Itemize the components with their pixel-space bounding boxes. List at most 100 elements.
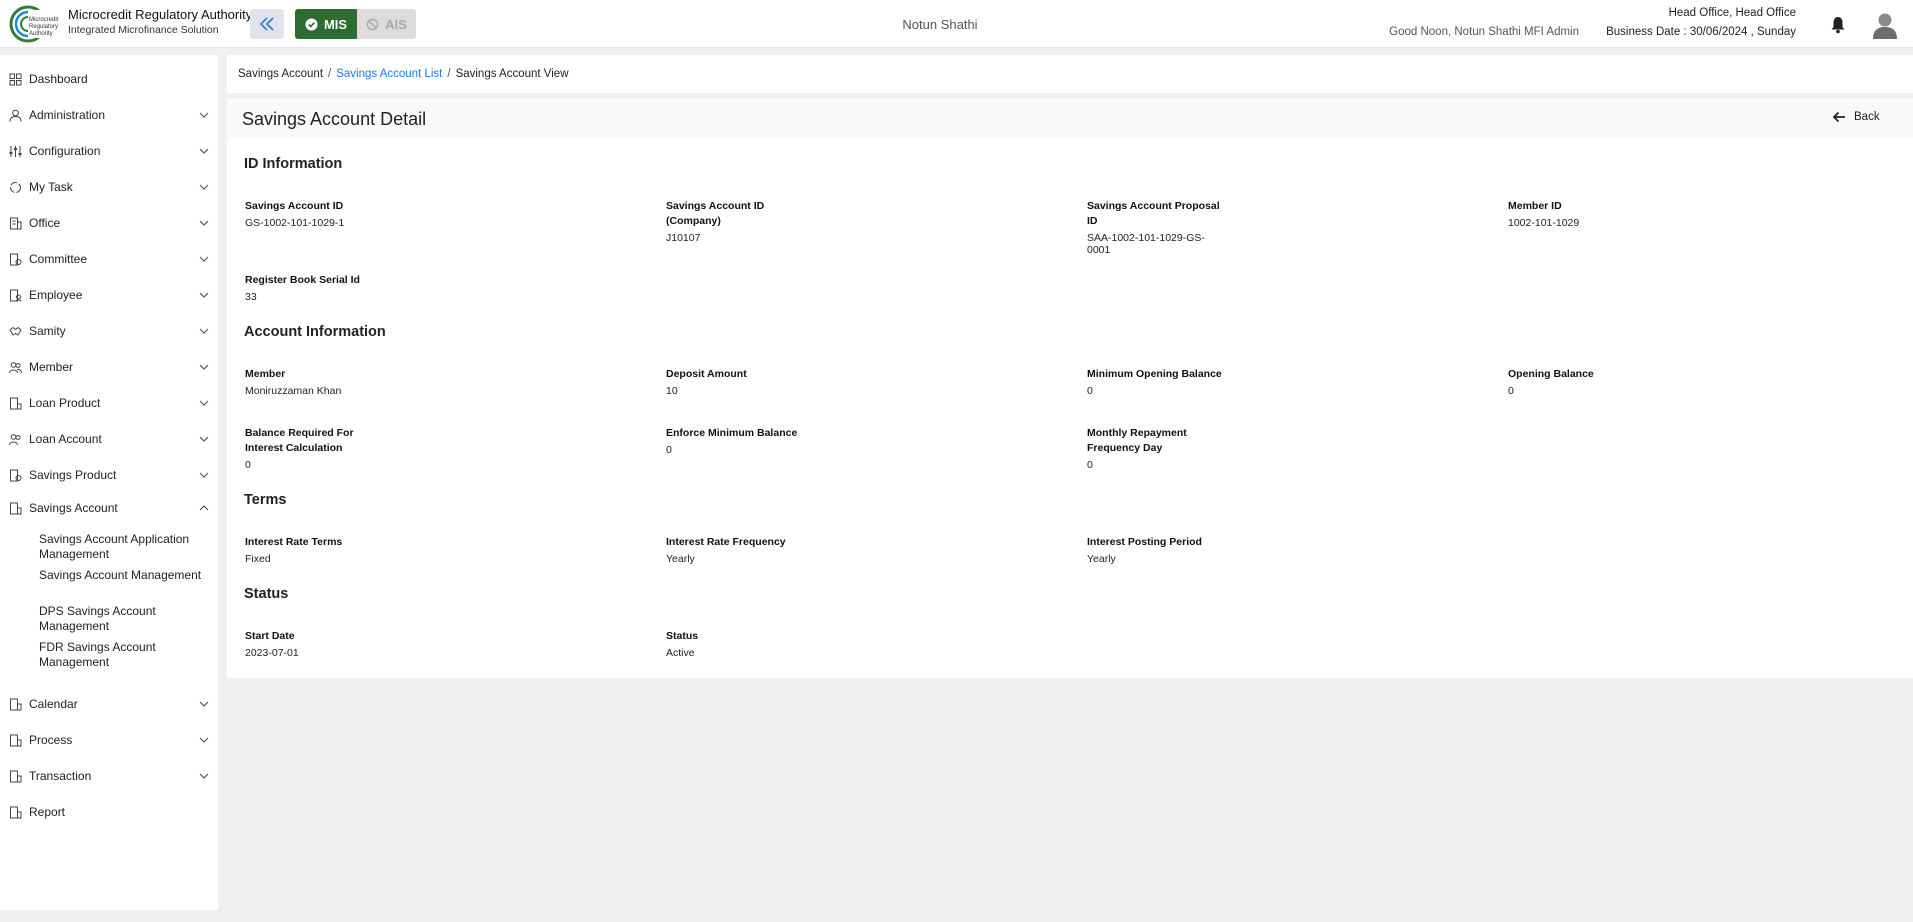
status-value: Active (666, 647, 695, 659)
breadcrumb-savings-account-list-link[interactable]: Savings Account List (336, 68, 442, 80)
sidebar-item-loan-account[interactable]: Loan Account (0, 424, 218, 454)
sidebar-item-process[interactable]: Process (0, 725, 218, 755)
notification-bell-icon[interactable] (1830, 16, 1846, 34)
field-label: Interest Rate Terms (245, 536, 343, 548)
field-label: Register Book Serial Id (245, 274, 360, 286)
business-date: Business Date : 30/06/2024 , Sunday (1606, 26, 1796, 38)
sidebar-item-label: Process (29, 733, 73, 747)
chevron-down-icon (199, 292, 209, 298)
sidebar-item-label: Savings Product (29, 468, 117, 482)
transaction-icon (10, 770, 22, 782)
subitem-savings-account-management[interactable]: Savings Account Management (39, 568, 209, 583)
field-label: Member ID (1508, 200, 1562, 212)
field-member-id: Member ID 1002-101-1029 (1508, 199, 1708, 229)
field-label: Monthly Repayment Frequency Day (1087, 427, 1187, 454)
field-label: Interest Posting Period (1087, 536, 1202, 548)
field-label: Deposit Amount (666, 368, 747, 380)
breadcrumb-savings-account: Savings Account (238, 68, 324, 80)
breadcrumb-separator: / (447, 68, 451, 80)
sidebar-item-label: Employee (29, 288, 83, 302)
sidebar-item-office[interactable]: Office (0, 208, 218, 238)
savings-product-icon (10, 469, 22, 481)
sidebar-item-label: Loan Product (29, 396, 101, 410)
field-balance-required-for-interest-calculation: Balance Required For Interest Calculatio… (245, 426, 365, 471)
sidebar-item-samity[interactable]: Samity (0, 316, 218, 346)
sidebar-item-employee[interactable]: Employee (0, 280, 218, 310)
employee-icon (10, 289, 22, 302)
field-interest-rate-terms: Interest Rate Terms Fixed (245, 535, 445, 565)
field-member: Member Moniruzzaman Khan (245, 367, 445, 397)
sidebar-item-configuration[interactable]: Configuration (0, 136, 218, 166)
field-savings-account-id: Savings Account ID GS-1002-101-1029-1 (245, 199, 445, 229)
section-title-id-information: ID Information (244, 156, 343, 172)
section-title-account-information: Account Information (244, 324, 386, 340)
field-savings-account-proposal-id: Savings Account Proposal ID SAA-1002-101… (1087, 199, 1227, 256)
field-value: 0 (245, 459, 251, 471)
field-deposit-amount: Deposit Amount 10 (666, 367, 866, 397)
sidebar-item-member[interactable]: Member (0, 352, 218, 382)
field-value: 10 (666, 385, 678, 397)
sidebar-item-committee[interactable]: Committee (0, 244, 218, 274)
sidebar-item-label: Samity (29, 324, 66, 338)
loan-product-icon (10, 397, 22, 409)
subitem-savings-account-application-management[interactable]: Savings Account Application Management (39, 532, 209, 562)
admin-user-icon (9, 109, 22, 122)
sidebar-item-my-task[interactable]: My Task (0, 172, 218, 202)
back-button[interactable]: Back (1832, 111, 1880, 123)
field-status: Status Active (666, 629, 866, 659)
user-avatar-icon[interactable] (1872, 11, 1898, 39)
sidebar-item-savings-account[interactable]: Savings Account (0, 493, 218, 523)
sidebar-item-label: My Task (29, 180, 73, 194)
sidebar-item-label: Committee (29, 252, 88, 266)
field-label: Opening Balance (1508, 368, 1594, 380)
chevron-down-icon (199, 328, 209, 334)
field-value: J10107 (666, 232, 701, 244)
field-value: Moniruzzaman Khan (245, 385, 342, 397)
process-icon (10, 734, 22, 746)
handshake-icon (9, 326, 22, 336)
chevron-down-icon (199, 472, 209, 478)
sidebar-item-dashboard[interactable]: Dashboard (0, 64, 218, 94)
page-title: Savings Account Detail (242, 109, 427, 129)
field-monthly-repayment-frequency-day: Monthly Repayment Frequency Day 0 (1087, 426, 1197, 471)
field-value: Yearly (1087, 553, 1116, 565)
sidebar-item-report[interactable]: Report (0, 797, 218, 827)
sidebar-item-savings-product[interactable]: Savings Product (0, 460, 218, 490)
subitem-dps-savings-account-management[interactable]: DPS Savings Account Management (39, 604, 209, 634)
field-value: 0 (1087, 459, 1093, 471)
calendar-icon (10, 698, 22, 710)
sidebar-item-loan-product[interactable]: Loan Product (0, 388, 218, 418)
chevron-down-icon (199, 364, 209, 370)
sidebar-item-label: Savings Account (29, 501, 118, 515)
sidebar-item-label: Configuration (29, 144, 101, 158)
sidebar-item-transaction[interactable]: Transaction (0, 761, 218, 791)
field-label: Member (245, 368, 286, 380)
sidebar-item-label: Transaction (29, 769, 92, 783)
chevron-up-icon (199, 505, 209, 511)
field-value: GS-1002-101-1029-1 (245, 217, 345, 229)
field-savings-account-id-company: Savings Account ID (Company) J10107 (666, 199, 776, 244)
field-label: Savings Account ID (Company) (666, 200, 765, 227)
members-icon (9, 361, 22, 373)
section-title-terms: Terms (244, 492, 287, 508)
sidebar-item-calendar[interactable]: Calendar (0, 689, 218, 719)
field-opening-balance: Opening Balance 0 (1508, 367, 1708, 397)
chevron-down-icon (199, 148, 209, 154)
chevron-down-icon (199, 773, 209, 779)
field-label: Start Date (245, 630, 295, 642)
sidebar-item-administration[interactable]: Administration (0, 100, 218, 130)
top-header: Microcredit Regulatory Authority Microcr… (0, 0, 1913, 48)
chevron-down-icon (199, 436, 209, 442)
field-label: Interest Rate Frequency (666, 536, 786, 548)
section-title-status: Status (244, 586, 289, 602)
subitem-fdr-savings-account-management[interactable]: FDR Savings Account Management (39, 640, 209, 670)
field-value: 0 (1087, 385, 1093, 397)
field-label: Balance Required For Interest Calculatio… (245, 427, 354, 454)
detail-panel: Savings Account Detail Back ID Informati… (227, 98, 1913, 678)
field-interest-posting-period: Interest Posting Period Yearly (1087, 535, 1287, 565)
chevron-down-icon (199, 737, 209, 743)
office-name: Head Office, Head Office (1668, 7, 1796, 19)
report-icon (10, 806, 22, 818)
field-value: 33 (245, 291, 257, 303)
organization-title: Notun Shathi (902, 17, 978, 32)
